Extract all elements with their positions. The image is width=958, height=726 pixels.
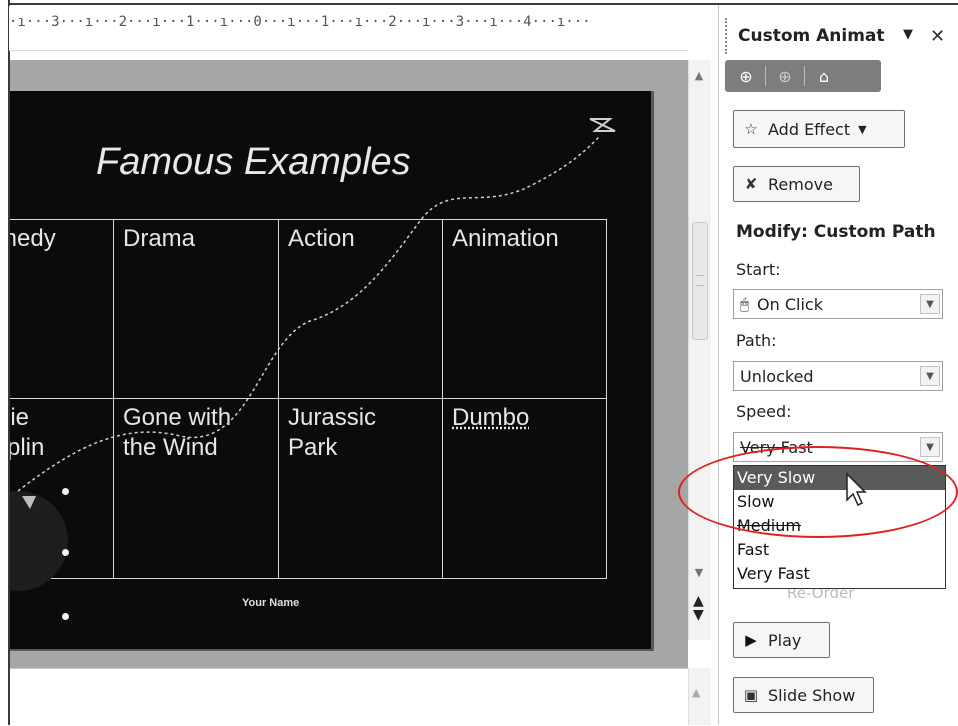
play-label: Play — [768, 630, 802, 650]
speed-option[interactable]: Fast — [734, 538, 945, 562]
path-line — [17, 135, 601, 492]
scrollbar-grip-icon — [696, 275, 704, 286]
nav-separator — [804, 66, 805, 86]
pane-grip[interactable] — [725, 18, 730, 54]
slide-canvas[interactable]: Famous Examples medy Drama Action Animat… — [10, 91, 654, 651]
path-end-marker — [589, 118, 616, 132]
pane-navigation-bar: ⊕ ⊕ ⌂ — [725, 60, 881, 92]
add-effect-button[interactable]: ☆ Add Effect ▼ — [733, 110, 905, 148]
start-value: On Click — [757, 294, 823, 314]
pane-title: Custom Animat — [738, 26, 885, 46]
chevron-down-icon[interactable]: ▼ — [920, 366, 940, 386]
vertical-scrollbar[interactable] — [688, 60, 711, 640]
path-select[interactable]: Unlocked ▼ — [733, 361, 943, 391]
horizontal-ruler[interactable]: ·ı···3···ı···2···ı···1···ı···0···ı···1··… — [9, 6, 688, 51]
notes-pane[interactable] — [10, 668, 688, 726]
play-button[interactable]: ▶ Play — [733, 622, 830, 658]
nav-separator — [765, 66, 766, 86]
play-icon: ▶ — [745, 631, 757, 649]
path-label: Path: — [736, 331, 777, 350]
back-arrow-icon[interactable]: ⊕ — [733, 64, 759, 88]
chevron-down-icon[interactable]: ▼ — [920, 294, 940, 314]
scroll-down-icon[interactable]: ▼ — [690, 563, 708, 581]
remove-icon: ✘ — [744, 175, 758, 193]
annotation-ellipse — [678, 446, 958, 538]
notes-scrollbar[interactable]: ▲ — [688, 668, 711, 725]
chevron-down-icon[interactable]: ▼ — [920, 437, 940, 457]
speed-label: Speed: — [736, 402, 792, 421]
start-label: Start: — [736, 260, 781, 279]
mouse-cursor-icon — [846, 472, 867, 507]
scroll-up-icon[interactable]: ▲ — [690, 66, 708, 84]
path-value: Unlocked — [740, 366, 814, 386]
remove-label: Remove — [768, 174, 833, 194]
motion-path[interactable] — [10, 91, 651, 649]
slide-show-button[interactable]: ▣ Slide Show — [733, 677, 874, 713]
path-start-marker — [22, 496, 36, 509]
mouse-click-icon: 🖱 — [740, 295, 750, 313]
add-effect-star-icon: ☆ — [744, 120, 758, 138]
remove-button[interactable]: ✘ Remove — [733, 166, 860, 202]
modify-heading: Modify: Custom Path — [736, 222, 936, 242]
slide-show-label: Slide Show — [768, 685, 856, 705]
ruler-ticks: ·ı···3···ı···2···ı···1···ı···0···ı···1··… — [9, 14, 591, 30]
pane-menu-dropdown-icon[interactable]: ▼ — [903, 27, 913, 42]
start-select[interactable]: 🖱 On Click ▼ — [733, 289, 943, 319]
home-icon[interactable]: ⌂ — [811, 64, 837, 88]
add-effect-label: Add Effect — [768, 119, 851, 139]
prev-next-slide-icon[interactable]: ▲ ▼ — [693, 594, 704, 622]
speed-option[interactable]: Very Fast — [734, 562, 945, 586]
chevron-down-icon: ▼ — [858, 122, 867, 136]
close-icon[interactable]: ✕ — [930, 26, 945, 47]
reorder-row-partially-hidden: Re-Order — [737, 584, 947, 608]
slide-show-icon: ▣ — [743, 686, 759, 704]
forward-arrow-icon[interactable]: ⊕ — [772, 64, 798, 88]
notes-scroll-up-icon[interactable]: ▲ — [692, 686, 700, 699]
